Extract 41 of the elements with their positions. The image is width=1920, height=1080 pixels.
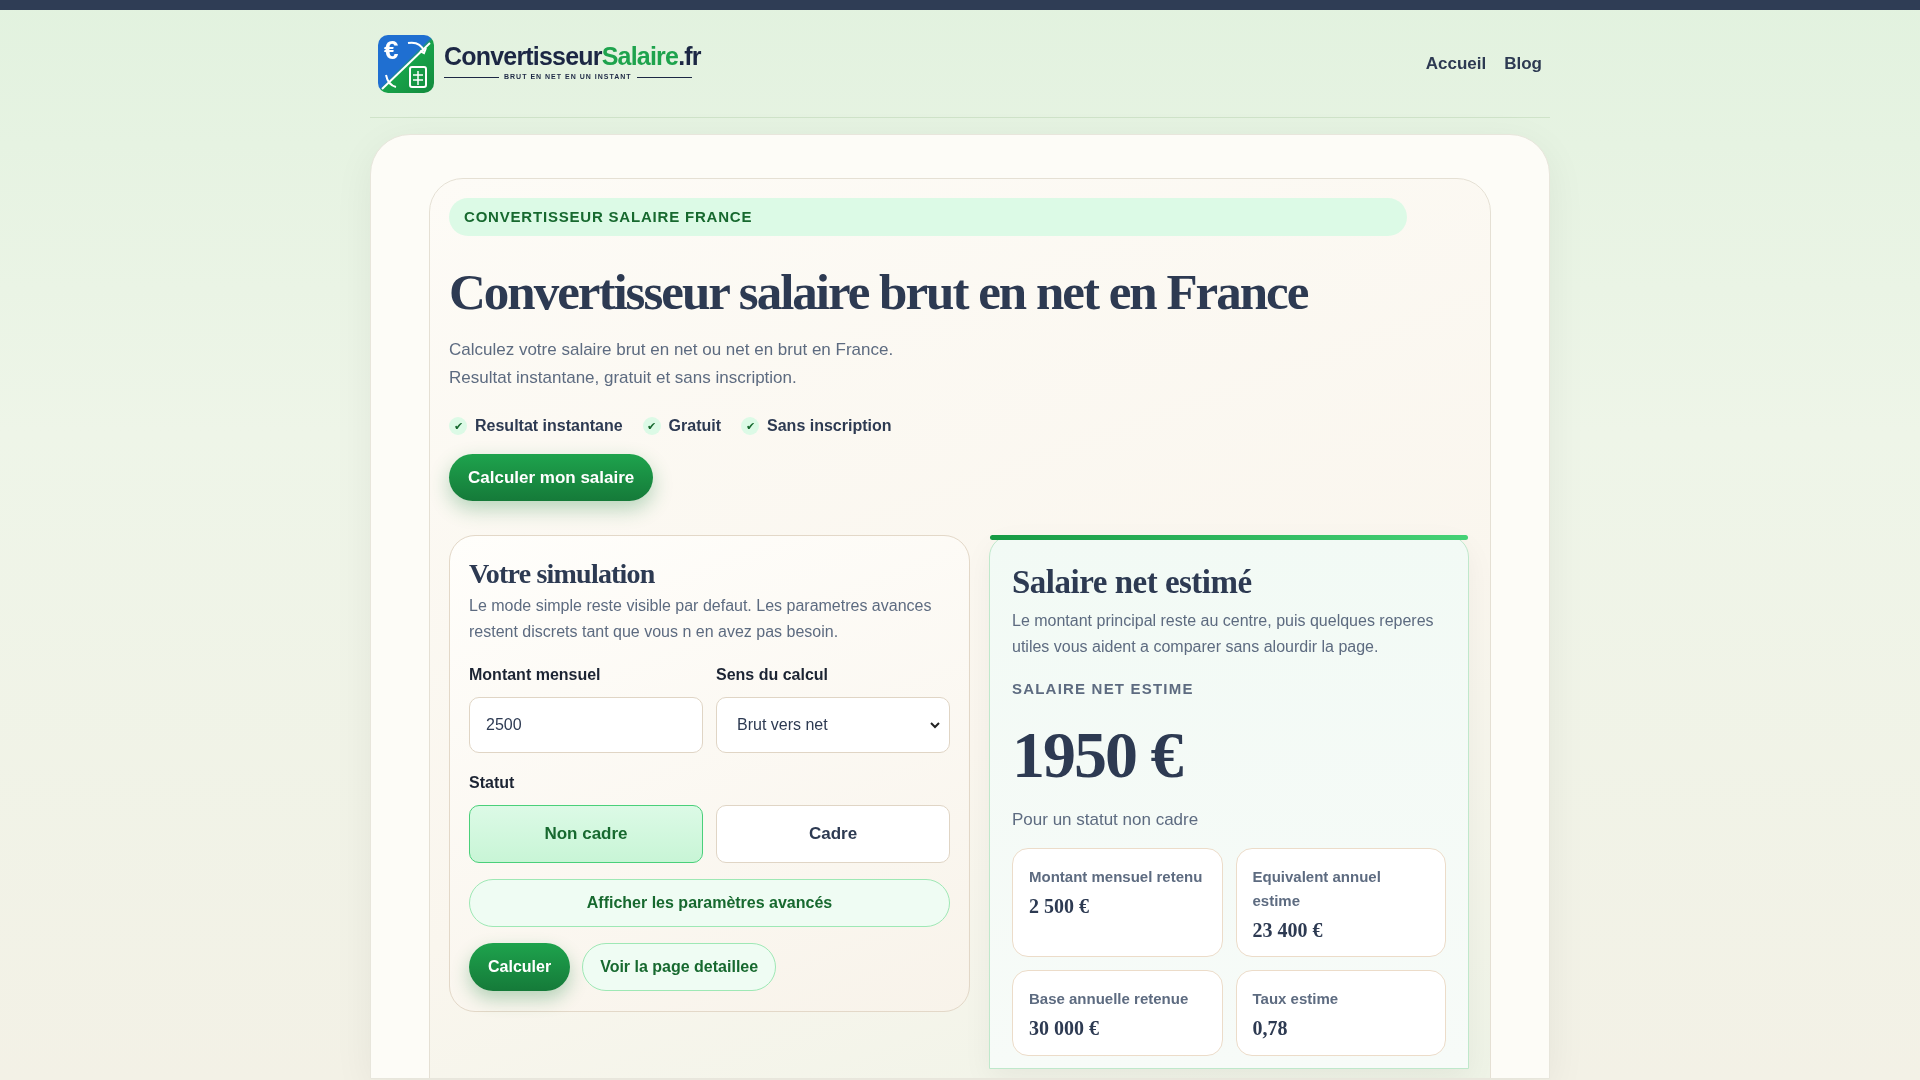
check-icon: ✔: [449, 417, 467, 435]
check-icon: ✔: [741, 417, 760, 435]
logo-icon: €: [378, 34, 434, 93]
details-button[interactable]: Voir la page detaillee: [582, 943, 777, 991]
result-label: SALAIRE NET ESTIME: [1012, 679, 1195, 699]
card-description: Le mode simple reste visible par defaut. Les parametres avances restent discrets tant que vous n en avez pas besoin.: [469, 596, 933, 642]
calculate-button[interactable]: Calculer: [469, 943, 571, 991]
amount-input[interactable]: 2500: [469, 697, 703, 753]
select-field[interactable]: Brut vers net: [716, 697, 950, 753]
logo-wordmark: ConvertisseurSalaire.fr: [444, 44, 701, 70]
advanced-settings-button[interactable]: Afficher les paramètres avancés: [469, 879, 950, 927]
field-label: Sens du calcul: [716, 665, 830, 685]
metric-value: 0,78: [1252, 1016, 1289, 1041]
feature-label: Gratuit: [668, 416, 722, 436]
result-subtitle: Pour un statut non cadre: [1012, 808, 1200, 831]
chevron-down-icon: [929, 719, 941, 731]
metric-value: 23 400 €: [1252, 918, 1324, 943]
feature-label: Sans inscription: [767, 416, 892, 436]
status-option[interactable]: Cadre: [716, 805, 950, 863]
metric-value: 30 000 €: [1029, 1016, 1100, 1041]
feature-label: Resultat instantane: [475, 416, 623, 436]
field-label: Montant mensuel: [469, 665, 602, 685]
intro-text: Resultat instantane, gratuit et sans inscription.: [449, 367, 798, 389]
metric-value: 2 500 €: [1029, 894, 1090, 919]
status-option[interactable]: Non cadre: [469, 805, 703, 863]
check-icon: ✔: [642, 417, 661, 435]
nav-link[interactable]: Accueil: [1425, 50, 1487, 77]
metric-label: Equivalent annuel estime: [1252, 867, 1382, 911]
section-badge: CONVERTISSEUR SALAIRE FRANCE: [449, 198, 1407, 236]
nav-link[interactable]: Blog: [1504, 50, 1542, 77]
metric-label: Montant mensuel retenu: [1029, 867, 1204, 887]
metric-label: Taux estime: [1252, 989, 1340, 1009]
intro-text: Calculez votre salaire brut en net ou net en brut en France.: [449, 339, 895, 361]
card-description: Le montant principal reste au centre, puis quelques reperes utiles vous aident a comparer sans alourdir la page.: [1012, 611, 1435, 657]
card-title: Salaire net estimé: [1012, 563, 1253, 602]
cta-button[interactable]: Calculer mon salaire: [449, 454, 654, 501]
field-label: Statut: [469, 773, 516, 793]
metric-label: Base annuelle retenue: [1029, 989, 1190, 1009]
page-title: Convertisseur salaire brut en net en France: [449, 263, 1309, 322]
result-amount: 1950 €: [1012, 716, 1183, 793]
card-title: Votre simulation: [469, 557, 656, 591]
